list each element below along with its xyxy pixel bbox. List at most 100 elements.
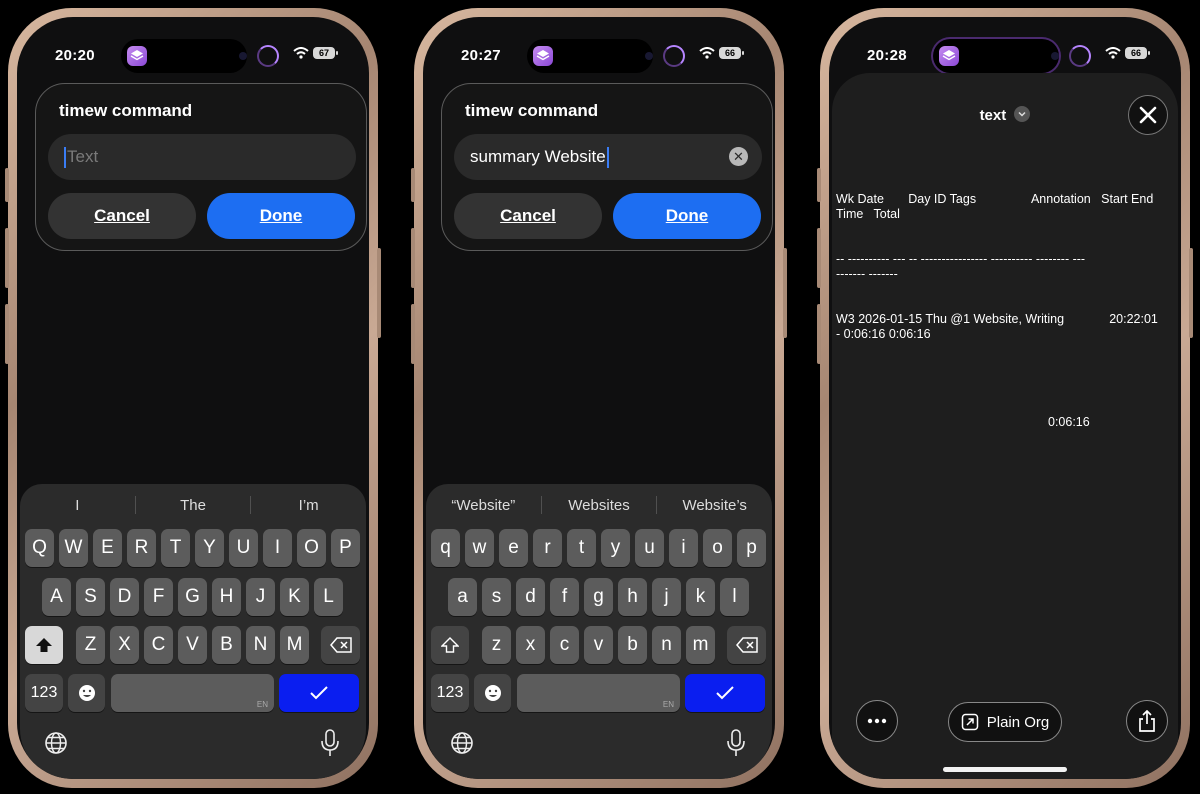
timew-report: Wk Date Day ID Tags Annotation Start End…: [836, 162, 1172, 460]
chevron-down-icon[interactable]: [1014, 106, 1031, 123]
suggestion-item[interactable]: “Website”: [426, 497, 541, 514]
key[interactable]: t: [567, 529, 596, 567]
shift-icon[interactable]: [25, 626, 63, 664]
external-link-icon: [961, 713, 978, 731]
shift-icon[interactable]: [431, 626, 469, 664]
key[interactable]: i: [669, 529, 698, 567]
key[interactable]: K: [280, 578, 309, 616]
key[interactable]: n: [652, 626, 681, 664]
suggestion-bar: I The I’m: [20, 484, 366, 526]
key[interactable]: M: [280, 626, 309, 664]
suggestion-item[interactable]: The: [136, 497, 251, 514]
key[interactable]: X: [110, 626, 139, 664]
key[interactable]: Y: [195, 529, 224, 567]
done-button[interactable]: Done: [613, 193, 761, 239]
suggestion-item[interactable]: Website’s: [657, 497, 772, 514]
key[interactable]: I: [263, 529, 292, 567]
mic-icon[interactable]: [726, 729, 746, 762]
key[interactable]: L: [314, 578, 343, 616]
cancel-button[interactable]: Cancel: [454, 193, 602, 239]
suggestion-item[interactable]: Websites: [542, 497, 657, 514]
checkmark-icon[interactable]: [685, 674, 765, 712]
key[interactable]: z: [482, 626, 511, 664]
battery-indicator: 66: [1125, 47, 1150, 59]
status-time: 20:20: [55, 47, 95, 64]
key[interactable]: S: [76, 578, 105, 616]
key[interactable]: q: [431, 529, 460, 567]
key[interactable]: F: [144, 578, 173, 616]
key[interactable]: R: [127, 529, 156, 567]
clear-icon[interactable]: ✕: [729, 147, 748, 166]
suggestion-item[interactable]: I’m: [251, 497, 366, 514]
more-icon[interactable]: [856, 700, 898, 742]
key[interactable]: b: [618, 626, 647, 664]
key[interactable]: H: [212, 578, 241, 616]
battery-indicator: 66: [719, 47, 744, 59]
key[interactable]: s: [482, 578, 511, 616]
key[interactable]: j: [652, 578, 681, 616]
key[interactable]: k: [686, 578, 715, 616]
key[interactable]: v: [584, 626, 613, 664]
key[interactable]: N: [246, 626, 275, 664]
key[interactable]: p: [737, 529, 766, 567]
key[interactable]: U: [229, 529, 258, 567]
key[interactable]: c: [550, 626, 579, 664]
key[interactable]: E: [93, 529, 122, 567]
key[interactable]: T: [161, 529, 190, 567]
cancel-button[interactable]: Cancel: [48, 193, 196, 239]
key[interactable]: a: [448, 578, 477, 616]
emoji-icon[interactable]: [68, 674, 105, 712]
key[interactable]: m: [686, 626, 715, 664]
key[interactable]: h: [618, 578, 647, 616]
command-input-field[interactable]: [48, 134, 356, 180]
key[interactable]: V: [178, 626, 207, 664]
key[interactable]: r: [533, 529, 562, 567]
key-row-4: 123 EN: [426, 674, 772, 712]
key[interactable]: d: [516, 578, 545, 616]
key[interactable]: x: [516, 626, 545, 664]
sheet-title[interactable]: text: [832, 106, 1178, 124]
key[interactable]: O: [297, 529, 326, 567]
key[interactable]: l: [720, 578, 749, 616]
backspace-icon[interactable]: [321, 626, 360, 664]
numbers-key[interactable]: 123: [431, 674, 469, 712]
dynamic-island: [933, 39, 1091, 73]
key[interactable]: B: [212, 626, 241, 664]
checkmark-icon[interactable]: [279, 674, 359, 712]
command-input-value[interactable]: summary Website: [470, 147, 606, 167]
emoji-icon[interactable]: [474, 674, 511, 712]
mic-icon[interactable]: [320, 729, 340, 762]
share-icon[interactable]: [1126, 700, 1168, 742]
key[interactable]: g: [584, 578, 613, 616]
close-icon[interactable]: [1128, 95, 1168, 135]
backspace-icon[interactable]: [727, 626, 766, 664]
key[interactable]: C: [144, 626, 173, 664]
command-input[interactable]: [67, 147, 307, 167]
key[interactable]: Q: [25, 529, 54, 567]
done-button[interactable]: Done: [207, 193, 355, 239]
space-key[interactable]: EN: [111, 674, 274, 712]
key[interactable]: w: [465, 529, 494, 567]
key[interactable]: Z: [76, 626, 105, 664]
plain-org-button[interactable]: Plain Org: [948, 702, 1062, 742]
key[interactable]: y: [601, 529, 630, 567]
key[interactable]: P: [331, 529, 360, 567]
key[interactable]: e: [499, 529, 528, 567]
key[interactable]: G: [178, 578, 207, 616]
space-key[interactable]: EN: [517, 674, 680, 712]
key[interactable]: W: [59, 529, 88, 567]
key[interactable]: f: [550, 578, 579, 616]
globe-icon[interactable]: [450, 731, 474, 760]
key[interactable]: o: [703, 529, 732, 567]
key[interactable]: u: [635, 529, 664, 567]
report-total: 0:06:16: [1048, 415, 1090, 429]
command-input-field[interactable]: summary Website ✕: [454, 134, 762, 180]
suggestion-item[interactable]: I: [20, 497, 135, 514]
system-icons: 67: [293, 47, 338, 59]
text-caret: [64, 146, 66, 168]
key[interactable]: A: [42, 578, 71, 616]
key[interactable]: J: [246, 578, 275, 616]
globe-icon[interactable]: [44, 731, 68, 760]
numbers-key[interactable]: 123: [25, 674, 63, 712]
key[interactable]: D: [110, 578, 139, 616]
